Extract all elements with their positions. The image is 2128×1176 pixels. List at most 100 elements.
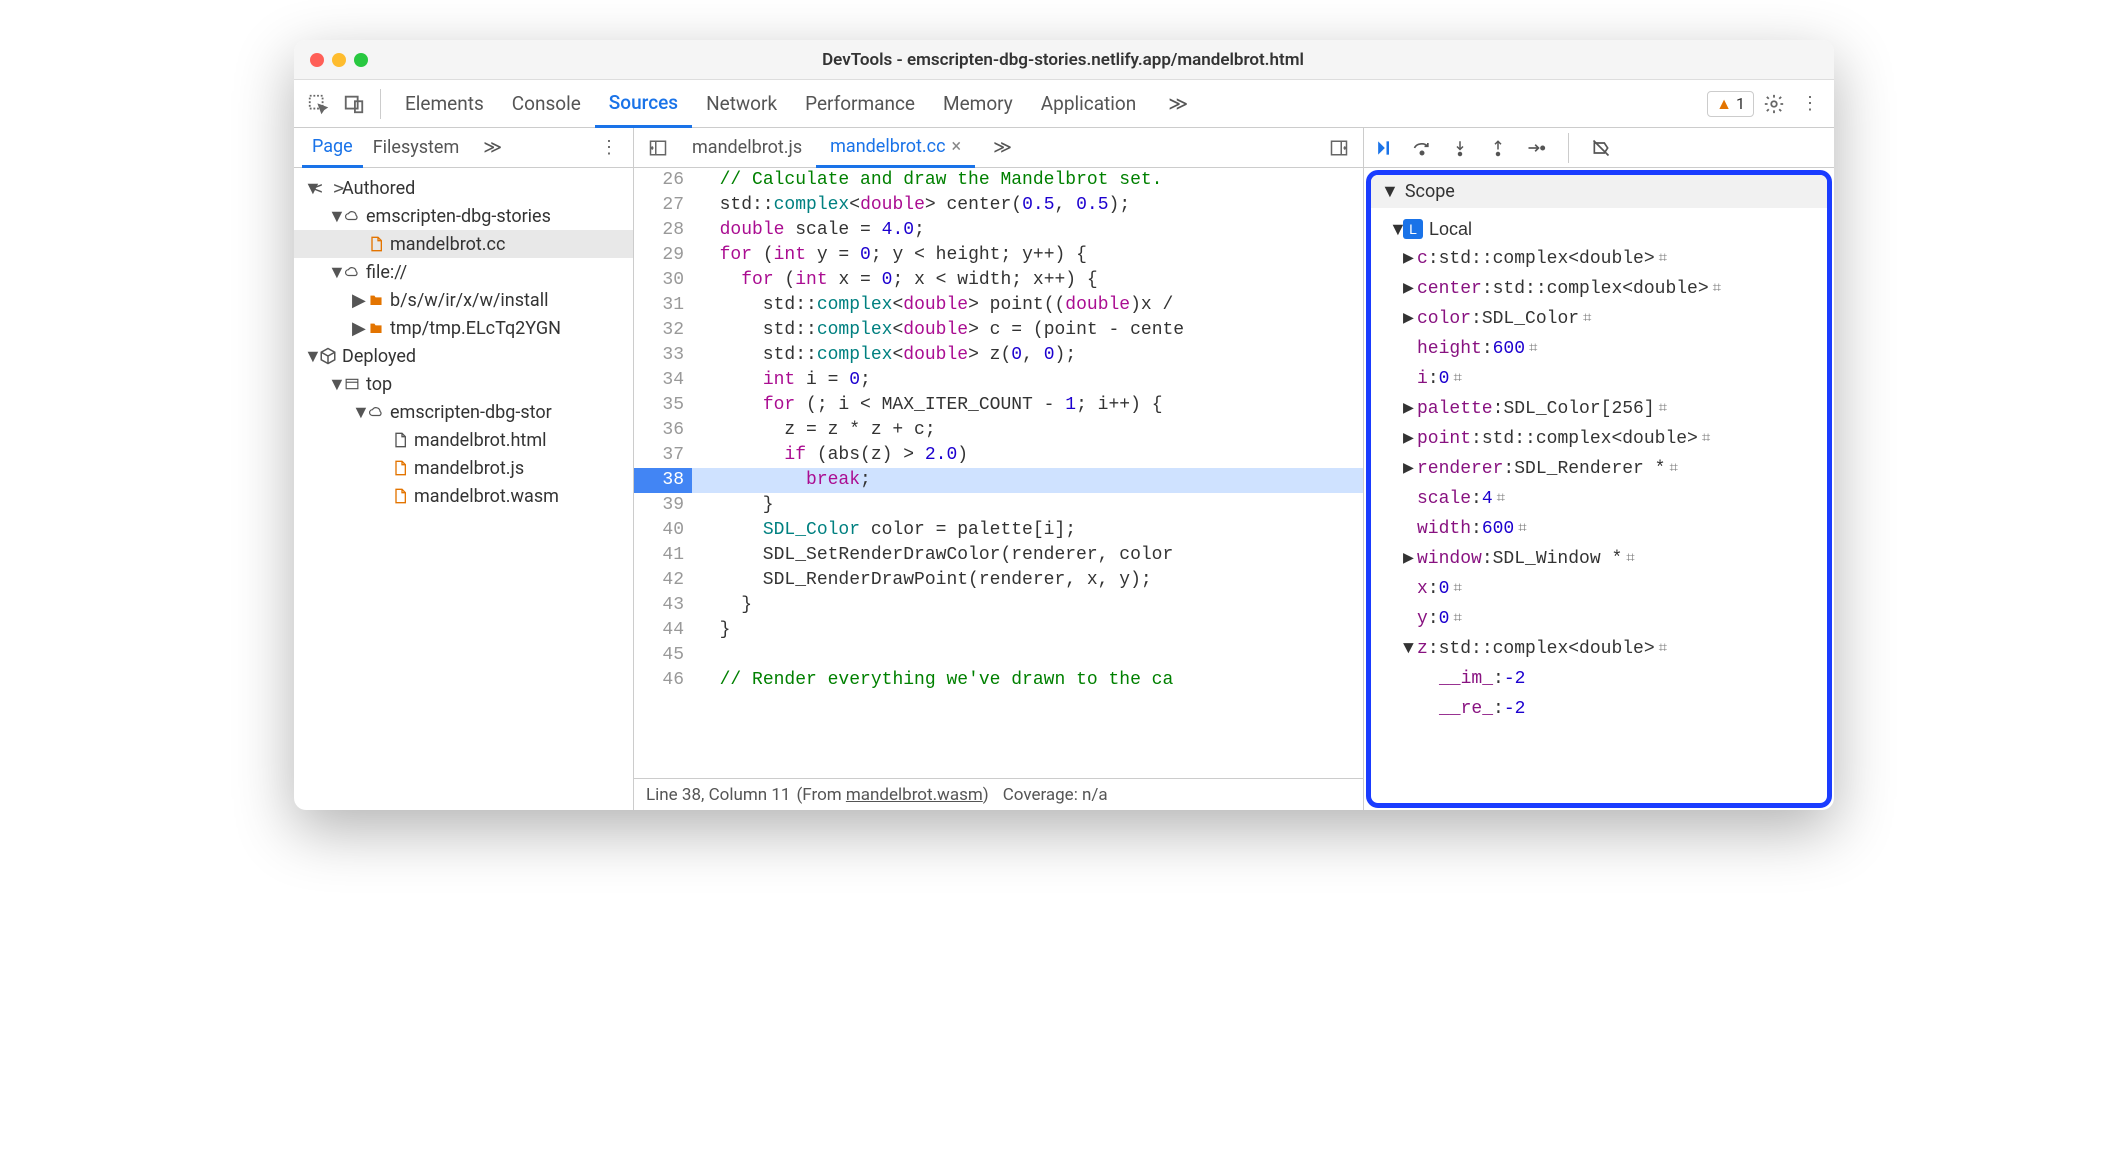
scope-variable[interactable]: i: 0⌗ [1371, 364, 1827, 394]
code-line[interactable]: 44 } [634, 618, 1363, 643]
tree-item[interactable]: ▼emscripten-dbg-stor [294, 398, 633, 426]
toggle-navigator-icon[interactable] [642, 132, 674, 164]
code-line[interactable]: 31 std::complex<double> point((double)x … [634, 293, 1363, 318]
scope-variable[interactable]: ▶point: std::complex<double>⌗ [1371, 424, 1827, 454]
line-number[interactable]: 38 [634, 468, 692, 493]
close-window-button[interactable] [310, 53, 324, 67]
tree-item[interactable]: ▼< >Authored [294, 174, 633, 202]
memory-icon[interactable]: ⌗ [1497, 486, 1505, 512]
scope-variable[interactable]: height: 600⌗ [1371, 334, 1827, 364]
sidebar-tab-filesystem[interactable]: Filesystem [363, 128, 470, 168]
scope-local-header[interactable]: ▼ L Local [1371, 214, 1827, 244]
code-line[interactable]: 43 } [634, 593, 1363, 618]
editor-more-tabs-button[interactable]: ≫ [979, 128, 1026, 168]
scope-variable[interactable]: ▶palette: SDL_Color[256]⌗ [1371, 394, 1827, 424]
code-view[interactable]: 26 // Calculate and draw the Mandelbrot … [634, 168, 1363, 778]
scope-variable[interactable]: ▶center: std::complex<double>⌗ [1371, 274, 1827, 304]
memory-icon[interactable]: ⌗ [1529, 336, 1537, 362]
tree-item[interactable]: ▼Deployed [294, 342, 633, 370]
scope-variable[interactable]: __re_: -2 [1371, 694, 1827, 724]
code-line[interactable]: 41 SDL_SetRenderDrawColor(renderer, colo… [634, 543, 1363, 568]
line-number[interactable]: 27 [634, 193, 692, 218]
memory-icon[interactable]: ⌗ [1659, 396, 1667, 422]
scope-variable[interactable]: ▶window: SDL_Window *⌗ [1371, 544, 1827, 574]
deactivate-breakpoints-icon[interactable] [1589, 136, 1613, 160]
memory-icon[interactable]: ⌗ [1702, 426, 1710, 452]
tree-item[interactable]: mandelbrot.js [294, 454, 633, 482]
line-number[interactable]: 35 [634, 393, 692, 418]
code-line[interactable]: 35 for (; i < MAX_ITER_COUNT - 1; i++) { [634, 393, 1363, 418]
editor-tab[interactable]: mandelbrot.js [678, 128, 816, 168]
line-number[interactable]: 41 [634, 543, 692, 568]
code-line[interactable]: 28 double scale = 4.0; [634, 218, 1363, 243]
code-line[interactable]: 46 // Render everything we've drawn to t… [634, 668, 1363, 693]
line-number[interactable]: 40 [634, 518, 692, 543]
scope-variable[interactable]: width: 600⌗ [1371, 514, 1827, 544]
tab-network[interactable]: Network [692, 80, 791, 128]
line-number[interactable]: 32 [634, 318, 692, 343]
line-number[interactable]: 28 [634, 218, 692, 243]
sidebar-menu-icon[interactable]: ⋮ [593, 132, 625, 164]
line-number[interactable]: 36 [634, 418, 692, 443]
code-line[interactable]: 40 SDL_Color color = palette[i]; [634, 518, 1363, 543]
code-line[interactable]: 38 break; [634, 468, 1363, 493]
memory-icon[interactable]: ⌗ [1659, 636, 1667, 662]
memory-icon[interactable]: ⌗ [1453, 366, 1461, 392]
tree-item[interactable]: mandelbrot.html [294, 426, 633, 454]
tab-performance[interactable]: Performance [791, 80, 929, 128]
scope-header[interactable]: ▼ Scope [1371, 175, 1827, 208]
scope-variable[interactable]: ▶c: std::complex<double>⌗ [1371, 244, 1827, 274]
resume-icon[interactable] [1372, 136, 1396, 160]
code-line[interactable]: 39 } [634, 493, 1363, 518]
step-out-icon[interactable] [1486, 136, 1510, 160]
inspect-icon[interactable] [302, 88, 334, 120]
code-line[interactable]: 33 std::complex<double> z(0, 0); [634, 343, 1363, 368]
memory-icon[interactable]: ⌗ [1626, 546, 1634, 572]
sidebar-tab-page[interactable]: Page [302, 128, 363, 168]
tree-item[interactable]: ▼emscripten-dbg-stories [294, 202, 633, 230]
step-over-icon[interactable] [1410, 136, 1434, 160]
line-number[interactable]: 31 [634, 293, 692, 318]
memory-icon[interactable]: ⌗ [1453, 576, 1461, 602]
editor-tab[interactable]: mandelbrot.cc× [816, 128, 975, 168]
kebab-menu-icon[interactable]: ⋮ [1794, 88, 1826, 120]
line-number[interactable]: 43 [634, 593, 692, 618]
line-number[interactable]: 42 [634, 568, 692, 593]
tab-console[interactable]: Console [498, 80, 595, 128]
minimize-window-button[interactable] [332, 53, 346, 67]
toggle-debugger-icon[interactable] [1323, 132, 1355, 164]
memory-icon[interactable]: ⌗ [1669, 456, 1677, 482]
memory-icon[interactable]: ⌗ [1453, 606, 1461, 632]
warning-badge[interactable]: ▲ 1 [1707, 91, 1754, 117]
line-number[interactable]: 33 [634, 343, 692, 368]
maximize-window-button[interactable] [354, 53, 368, 67]
line-number[interactable]: 29 [634, 243, 692, 268]
tree-item[interactable]: ▶tmp/tmp.ELcTq2YGN [294, 314, 633, 342]
line-number[interactable]: 37 [634, 443, 692, 468]
scope-variable[interactable]: __im_: -2 [1371, 664, 1827, 694]
tab-application[interactable]: Application [1027, 80, 1150, 128]
code-line[interactable]: 26 // Calculate and draw the Mandelbrot … [634, 168, 1363, 193]
memory-icon[interactable]: ⌗ [1713, 276, 1721, 302]
code-line[interactable]: 45 [634, 643, 1363, 668]
scope-variable[interactable]: y: 0⌗ [1371, 604, 1827, 634]
line-number[interactable]: 30 [634, 268, 692, 293]
scope-variable[interactable]: scale: 4⌗ [1371, 484, 1827, 514]
memory-icon[interactable]: ⌗ [1583, 306, 1591, 332]
memory-icon[interactable]: ⌗ [1659, 246, 1667, 272]
tree-item[interactable]: mandelbrot.wasm [294, 482, 633, 510]
code-line[interactable]: 37 if (abs(z) > 2.0) [634, 443, 1363, 468]
code-line[interactable]: 42 SDL_RenderDrawPoint(renderer, x, y); [634, 568, 1363, 593]
sidebar-more-tabs-button[interactable]: ≫ [473, 128, 512, 168]
device-icon[interactable] [338, 88, 370, 120]
settings-icon[interactable] [1758, 88, 1790, 120]
line-number[interactable]: 39 [634, 493, 692, 518]
step-into-icon[interactable] [1448, 136, 1472, 160]
tab-sources[interactable]: Sources [595, 80, 692, 128]
code-line[interactable]: 30 for (int x = 0; x < width; x++) { [634, 268, 1363, 293]
tab-memory[interactable]: Memory [929, 80, 1027, 128]
source-map-link[interactable]: mandelbrot.wasm [846, 785, 983, 805]
code-line[interactable]: 34 int i = 0; [634, 368, 1363, 393]
memory-icon[interactable]: ⌗ [1518, 516, 1526, 542]
code-line[interactable]: 29 for (int y = 0; y < height; y++) { [634, 243, 1363, 268]
